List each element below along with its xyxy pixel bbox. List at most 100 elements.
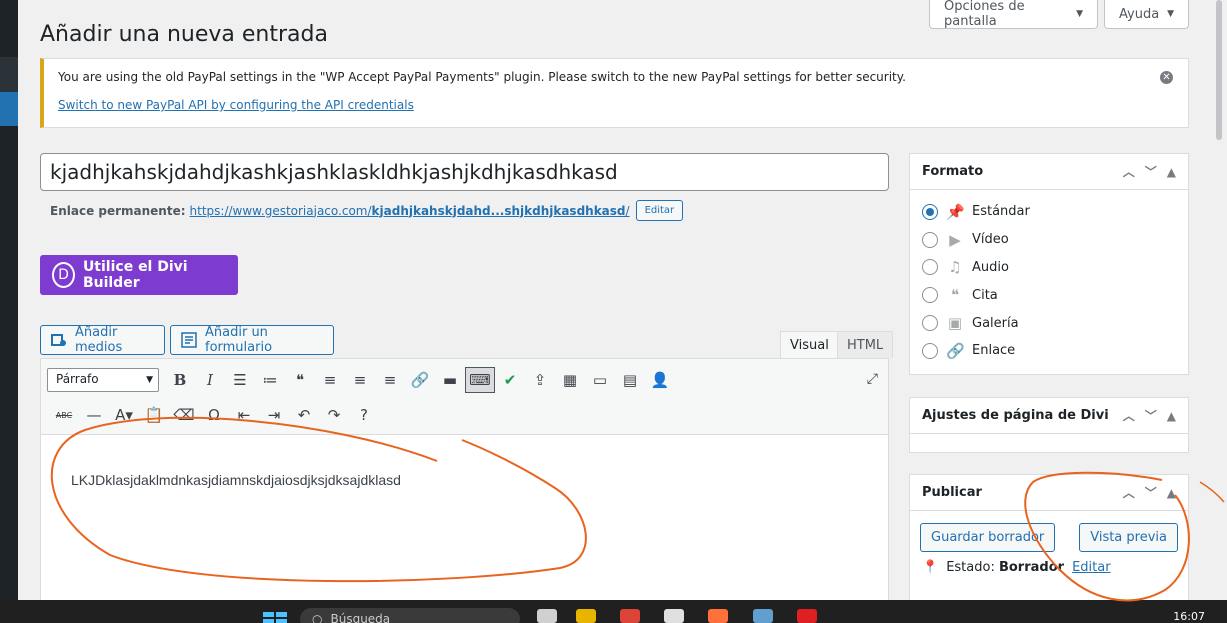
add-media-button[interactable]: Añadir medios <box>40 325 165 355</box>
format-radio[interactable] <box>922 203 938 220</box>
admin-sidebar-active-item[interactable] <box>0 92 18 126</box>
paste-text-icon[interactable]: 📋 <box>139 402 169 428</box>
permalink-label: Enlace permanente: <box>50 203 186 218</box>
strikethrough-icon[interactable]: ABC <box>49 402 79 428</box>
post-title-input[interactable]: kjadhjkahskjdahdjkashkjashklaskldhkjashj… <box>40 153 889 191</box>
format-select[interactable]: Párrafo ▼ <box>47 368 159 392</box>
format-radio[interactable] <box>922 315 938 332</box>
search-icon: ○ <box>312 612 323 623</box>
admin-sidebar <box>0 0 18 600</box>
app-icon[interactable] <box>664 609 684 623</box>
collapse-icon[interactable]: ▲ <box>1167 486 1176 500</box>
pin-icon: 📌 <box>946 202 965 221</box>
indent-icon[interactable]: ⇥ <box>259 402 289 428</box>
save-draft-button[interactable]: Guardar borrador <box>920 523 1056 552</box>
format-option-label: Audio <box>972 259 1009 275</box>
format-option[interactable]: 📌 Estándar <box>922 198 1176 226</box>
calculator-icon[interactable] <box>753 609 773 623</box>
format-radio[interactable] <box>922 231 938 248</box>
bold-icon[interactable]: B <box>165 367 195 393</box>
publish-actions: Guardar borrador Vista previa <box>910 511 1188 560</box>
upload-icon[interactable]: ⇪ <box>525 367 555 393</box>
move-down-icon[interactable]: ﹀ <box>1145 484 1157 501</box>
firefox-icon[interactable] <box>708 609 728 623</box>
align-right-icon[interactable]: ≡ <box>375 367 405 393</box>
app-icon[interactable] <box>797 609 817 623</box>
format-option[interactable]: ▣ Galería <box>922 309 1176 337</box>
chevron-down-icon: ▼ <box>146 375 153 385</box>
text-color-icon[interactable]: A▾ <box>109 402 139 428</box>
screen-options-button[interactable]: Opciones de pantalla ▼ <box>929 0 1098 29</box>
undo-icon[interactable]: ↶ <box>289 402 319 428</box>
help-button[interactable]: Ayuda ▼ <box>1104 0 1189 29</box>
format-radio[interactable] <box>922 287 938 304</box>
align-left-icon[interactable]: ≡ <box>315 367 345 393</box>
redo-icon[interactable]: ↷ <box>319 402 349 428</box>
move-up-icon[interactable]: ︿ <box>1123 484 1135 501</box>
move-down-icon[interactable]: ﹀ <box>1145 163 1157 180</box>
permalink: Enlace permanente: https://www.gestoriaj… <box>50 200 684 221</box>
page-scrollbar[interactable] <box>1211 0 1227 600</box>
audio-icon: ♫ <box>948 258 962 277</box>
editor-content[interactable]: LKJDklasjdaklmdnkasjdiamnskdjaiosdjksjdk… <box>71 472 401 488</box>
align-center-icon[interactable]: ≡ <box>345 367 375 393</box>
layers-icon[interactable]: ▭ <box>585 367 615 393</box>
move-up-icon[interactable]: ︿ <box>1123 163 1135 180</box>
permalink-url[interactable]: https://www.gestoriajaco.com/kjadhjkahsk… <box>190 204 630 218</box>
tab-html[interactable]: HTML <box>837 331 894 358</box>
divi-builder-button[interactable]: D Utilice el Divi Builder <box>40 255 238 295</box>
format-option[interactable]: 🔗 Enlace <box>922 337 1176 365</box>
check-icon[interactable]: ✔ <box>495 367 525 393</box>
toolbar-row-2: ABC — A▾ 📋 ⌫ Ω ⇤ ⇥ ↶ ↷? <box>49 402 379 428</box>
move-down-icon[interactable]: ﹀ <box>1145 407 1157 424</box>
format-panel-header: Formato ︿ ﹀ ▲ <box>910 154 1188 190</box>
toolbar-row-1: B I ☰ ≔ ❝ ≡ ≡ ≡ 🔗 ▬ ⌨ ✔ ⇪ ▦ ▭ ▤ 👤 <box>165 367 675 393</box>
numbered-list-icon[interactable]: ≔ <box>255 367 285 393</box>
preview-button[interactable]: Vista previa <box>1079 523 1178 552</box>
format-radio[interactable] <box>922 342 938 359</box>
read-more-icon[interactable]: ▬ <box>435 367 465 393</box>
add-form-label: Añadir un formulario <box>205 325 273 355</box>
notice-link[interactable]: Switch to new PayPal API by configuring … <box>58 98 1174 112</box>
blockquote-icon[interactable]: ❝ <box>285 367 315 393</box>
edit-status-link[interactable]: Editar <box>1072 560 1111 575</box>
taskbar-search[interactable]: ○ Búsqueda <box>300 608 520 623</box>
format-option[interactable]: ♫ Audio <box>922 254 1176 282</box>
horizontal-line-icon[interactable]: — <box>79 402 109 428</box>
user-icon[interactable]: 👤 <box>645 367 675 393</box>
screen-options-label: Opciones de pantalla <box>944 0 1025 29</box>
scrollbar-thumb[interactable] <box>1216 0 1222 140</box>
bullet-list-icon[interactable]: ☰ <box>225 367 255 393</box>
edit-permalink-button[interactable]: Editar <box>635 200 684 221</box>
taskbar-clock: 16:07 <box>1173 610 1205 623</box>
collapse-icon[interactable]: ▲ <box>1167 165 1176 179</box>
windows-start-icon[interactable] <box>263 612 287 623</box>
special-char-icon[interactable]: Ω <box>199 402 229 428</box>
grid-icon[interactable]: ▦ <box>555 367 585 393</box>
clear-formatting-icon[interactable]: ⌫ <box>169 402 199 428</box>
format-option[interactable]: ❝ Cita <box>922 281 1176 309</box>
format-option[interactable]: ▶ Vídeo <box>922 226 1176 254</box>
move-up-icon[interactable]: ︿ <box>1123 407 1135 424</box>
outdent-icon[interactable]: ⇤ <box>229 402 259 428</box>
link-icon[interactable]: 🔗 <box>405 367 435 393</box>
format-radio[interactable] <box>922 259 938 276</box>
publish-panel-title: Publicar <box>922 485 982 500</box>
help-icon[interactable]: ? <box>349 402 379 428</box>
app-icon[interactable] <box>537 609 557 623</box>
collapse-icon[interactable]: ▲ <box>1167 409 1176 423</box>
format-panel: Formato ︿ ﹀ ▲ 📌 Estándar ▶ Vídeo ♫ Audio ❝ Cita… <box>909 153 1189 375</box>
fullscreen-icon[interactable]: ⤢ <box>867 371 878 387</box>
add-form-button[interactable]: Añadir un formulario <box>170 325 334 355</box>
file-explorer-icon[interactable] <box>576 609 596 623</box>
divi-settings-panel: Ajustes de página de Divi ︿ ﹀ ▲ <box>909 397 1189 453</box>
chrome-icon[interactable] <box>620 609 640 623</box>
dismiss-icon[interactable]: ✕ <box>1160 71 1173 84</box>
tab-visual[interactable]: Visual <box>780 331 839 358</box>
italic-icon[interactable]: I <box>195 367 225 393</box>
post-status: 📍 Estado: Borrador Editar <box>910 560 1188 575</box>
format-option-label: Cita <box>972 287 998 303</box>
table-icon[interactable]: ▤ <box>615 367 645 393</box>
format-option-label: Galería <box>972 315 1019 331</box>
toolbar-toggle-icon[interactable]: ⌨ <box>465 367 495 393</box>
